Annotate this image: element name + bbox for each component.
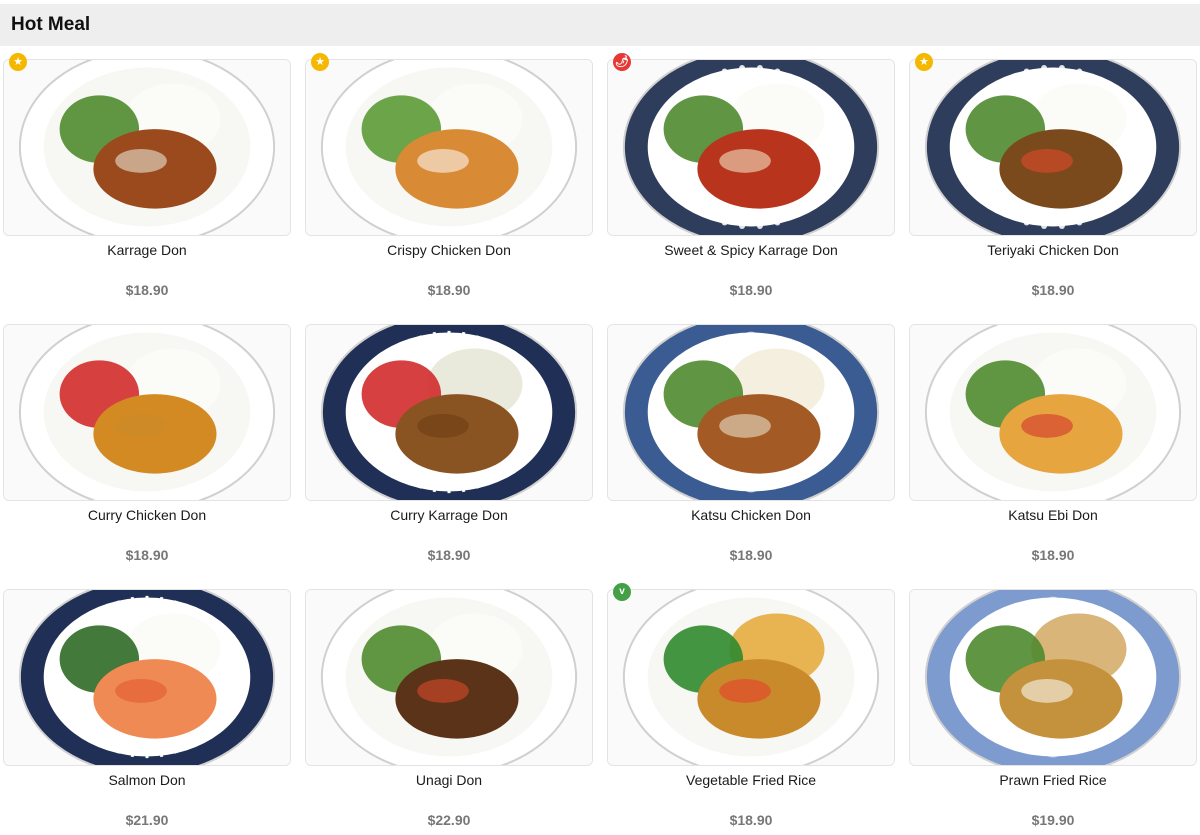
menu-item-name: Curry Chicken Don (87, 507, 207, 523)
menu-item-name: Unagi Don (415, 772, 483, 788)
teriyaki-chicken-don-photo[interactable] (909, 59, 1197, 236)
menu-item-name: Prawn Fried Rice (999, 772, 1107, 788)
menu-item-card[interactable]: Katsu Chicken Don $18.90 (607, 324, 895, 586)
karrage-don-photo[interactable] (3, 59, 291, 236)
menu-item-card[interactable]: Vegetable Fried Rice $18.90 (607, 589, 895, 835)
curry-karrage-don-photo[interactable] (305, 324, 593, 501)
menu-item-price: $18.90 (427, 282, 471, 298)
menu-item-price: $18.90 (125, 547, 169, 563)
star-badge-icon: ★ (9, 53, 27, 71)
menu-item-price: $18.90 (729, 812, 773, 828)
menu-item-name: Karrage Don (107, 242, 187, 258)
menu-item-price: $18.90 (729, 547, 773, 563)
vegetable-fried-rice-photo[interactable] (607, 589, 895, 766)
menu-item-card[interactable]: Salmon Don $21.90 (3, 589, 291, 835)
menu-item-card[interactable]: Curry Chicken Don $18.90 (3, 324, 291, 586)
menu-item-price: $18.90 (1031, 547, 1075, 563)
menu-item-price: $18.90 (427, 547, 471, 563)
menu-item-price: $18.90 (125, 282, 169, 298)
star-badge-icon: ★ (311, 53, 329, 71)
menu-item-price: $18.90 (729, 282, 773, 298)
salmon-don-photo[interactable] (3, 589, 291, 766)
sweet-spicy-karrage-don-photo[interactable] (607, 59, 895, 236)
menu-grid: Karrage Don $18.90 ★ Crispy Chicken Don $18… (0, 0, 1200, 835)
menu-item-name: Salmon Don (108, 772, 186, 788)
katsu-ebi-don-photo[interactable] (909, 324, 1197, 501)
curry-chicken-don-photo[interactable] (3, 324, 291, 501)
menu-item-card[interactable]: Crispy Chicken Don $18.90 (305, 59, 593, 321)
menu-item-price: $19.90 (1031, 812, 1075, 828)
prawn-fried-rice-photo[interactable] (909, 589, 1197, 766)
menu-item-card[interactable]: Teriyaki Chicken Don $18.90 (909, 59, 1197, 321)
vegetarian-badge-icon: v (613, 583, 631, 601)
menu-item-card[interactable]: Unagi Don $22.90 (305, 589, 593, 835)
menu-item-price: $22.90 (427, 812, 471, 828)
menu-item-name: Katsu Ebi Don (1008, 507, 1098, 523)
menu-item-name: Teriyaki Chicken Don (987, 242, 1119, 258)
menu-item-price: $18.90 (1031, 282, 1075, 298)
menu-item-name: Katsu Chicken Don (691, 507, 811, 523)
menu-item-price: $21.90 (125, 812, 169, 828)
menu-item-card[interactable]: Prawn Fried Rice $19.90 (909, 589, 1197, 835)
menu-item-name: Sweet & Spicy Karrage Don (664, 242, 838, 258)
menu-item-name: Crispy Chicken Don (387, 242, 511, 258)
menu-item-name: Curry Karrage Don (390, 507, 508, 523)
katsu-chicken-don-photo[interactable] (607, 324, 895, 501)
menu-item-card[interactable]: Sweet & Spicy Karrage Don $18.90 (607, 59, 895, 321)
menu-item-card[interactable]: Curry Karrage Don $18.90 (305, 324, 593, 586)
menu-item-card[interactable]: Katsu Ebi Don $18.90 (909, 324, 1197, 586)
star-badge-icon: ★ (915, 53, 933, 71)
crispy-chicken-don-photo[interactable] (305, 59, 593, 236)
menu-item-card[interactable]: Karrage Don $18.90 (3, 59, 291, 321)
chili-badge-icon: 🌶 (613, 53, 631, 71)
menu-item-name: Vegetable Fried Rice (686, 772, 816, 788)
unagi-don-photo[interactable] (305, 589, 593, 766)
